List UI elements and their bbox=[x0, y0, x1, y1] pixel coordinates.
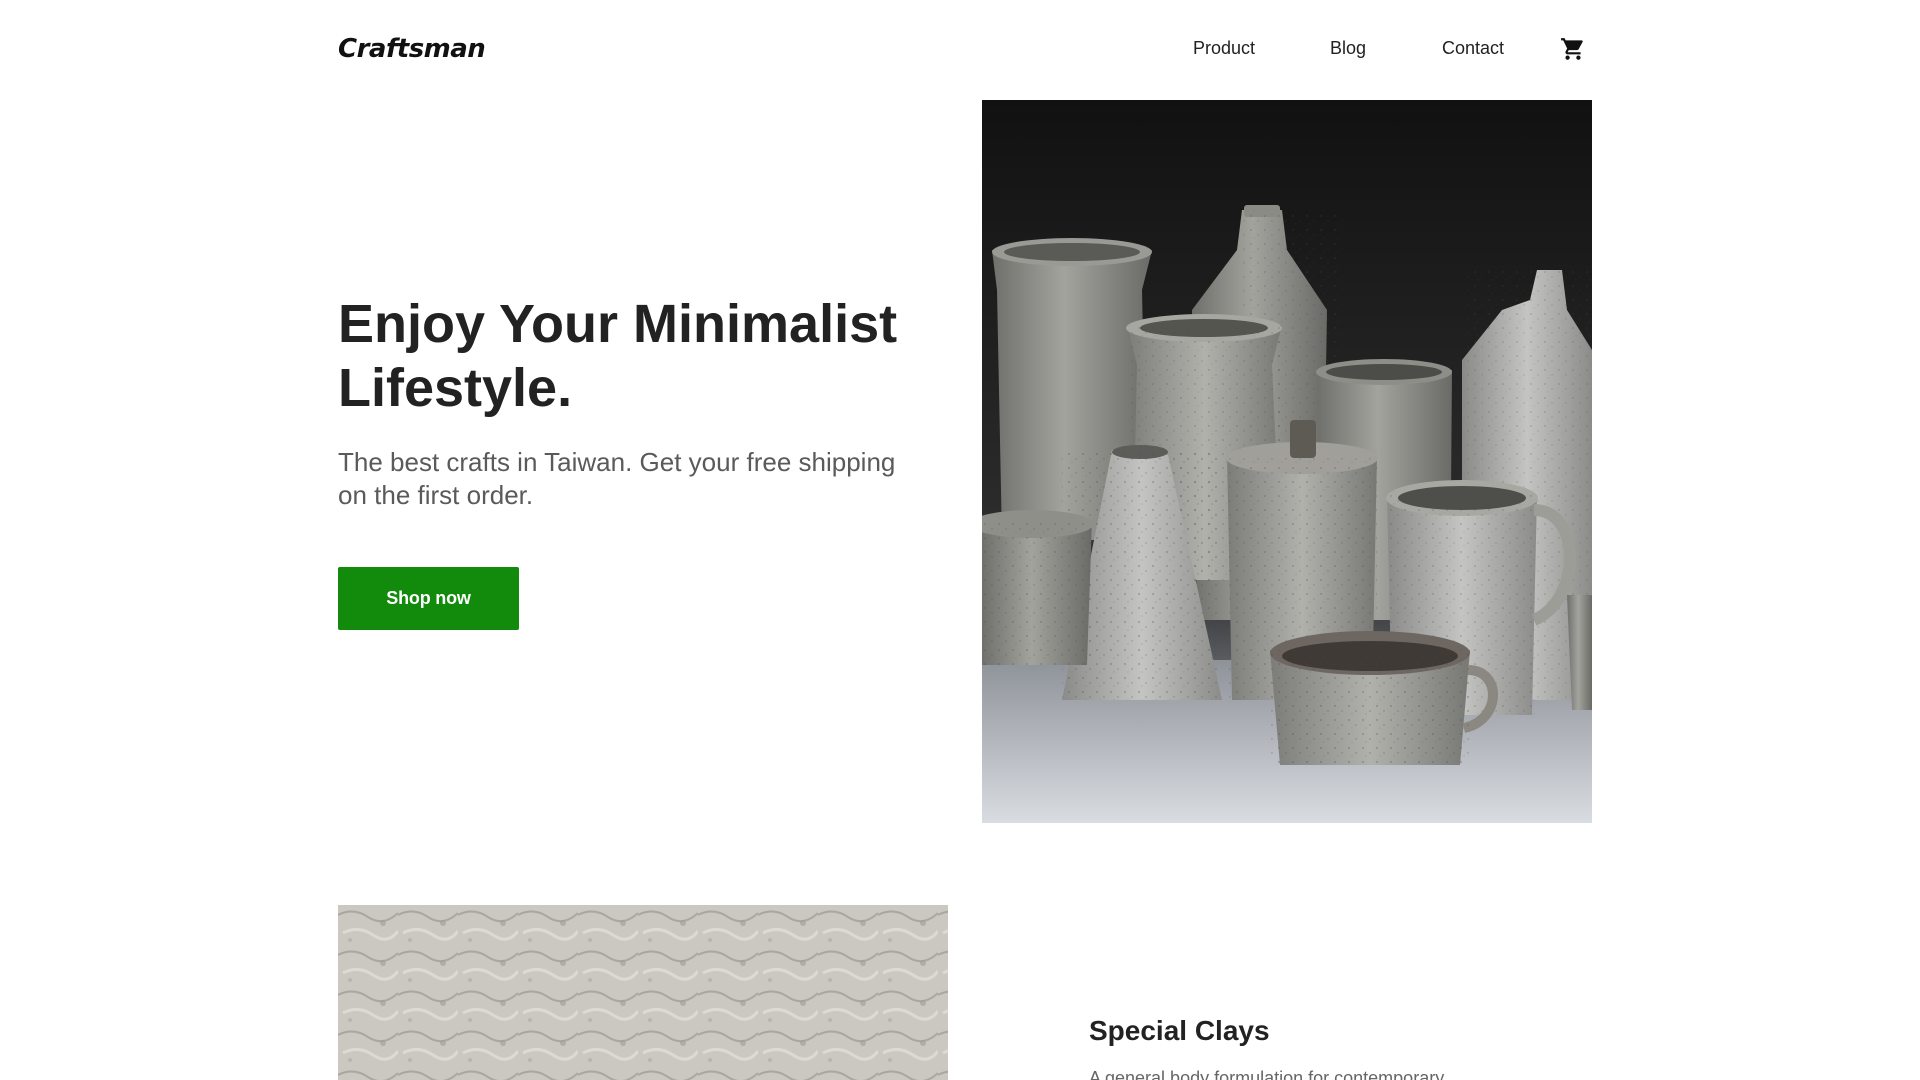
main-nav: Product Blog Contact bbox=[1180, 34, 1590, 64]
logo[interactable]: Craftsman bbox=[338, 32, 486, 66]
hero-subtitle: The best crafts in Taiwan. Get your free… bbox=[338, 447, 896, 510]
clay-texture-image bbox=[338, 905, 948, 1080]
feature-description: A general body formulation for contempor… bbox=[1089, 1068, 1445, 1080]
feature-title: Special Clays bbox=[1089, 1015, 1270, 1046]
landing-page: Craftsman Product Blog Contact Enjoy You… bbox=[0, 0, 1920, 1080]
nav-link-blog[interactable]: Blog bbox=[1330, 34, 1366, 62]
nav-link-contact[interactable]: Contact bbox=[1442, 34, 1504, 62]
ceramics-hero-image bbox=[982, 100, 1592, 823]
nav-link-product[interactable]: Product bbox=[1193, 34, 1255, 62]
hero-title: Enjoy Your Minimalist Lifestyle. bbox=[338, 294, 898, 418]
shop-now-button[interactable]: Shop now bbox=[338, 567, 519, 630]
shopping-cart-icon[interactable] bbox=[1560, 36, 1586, 62]
